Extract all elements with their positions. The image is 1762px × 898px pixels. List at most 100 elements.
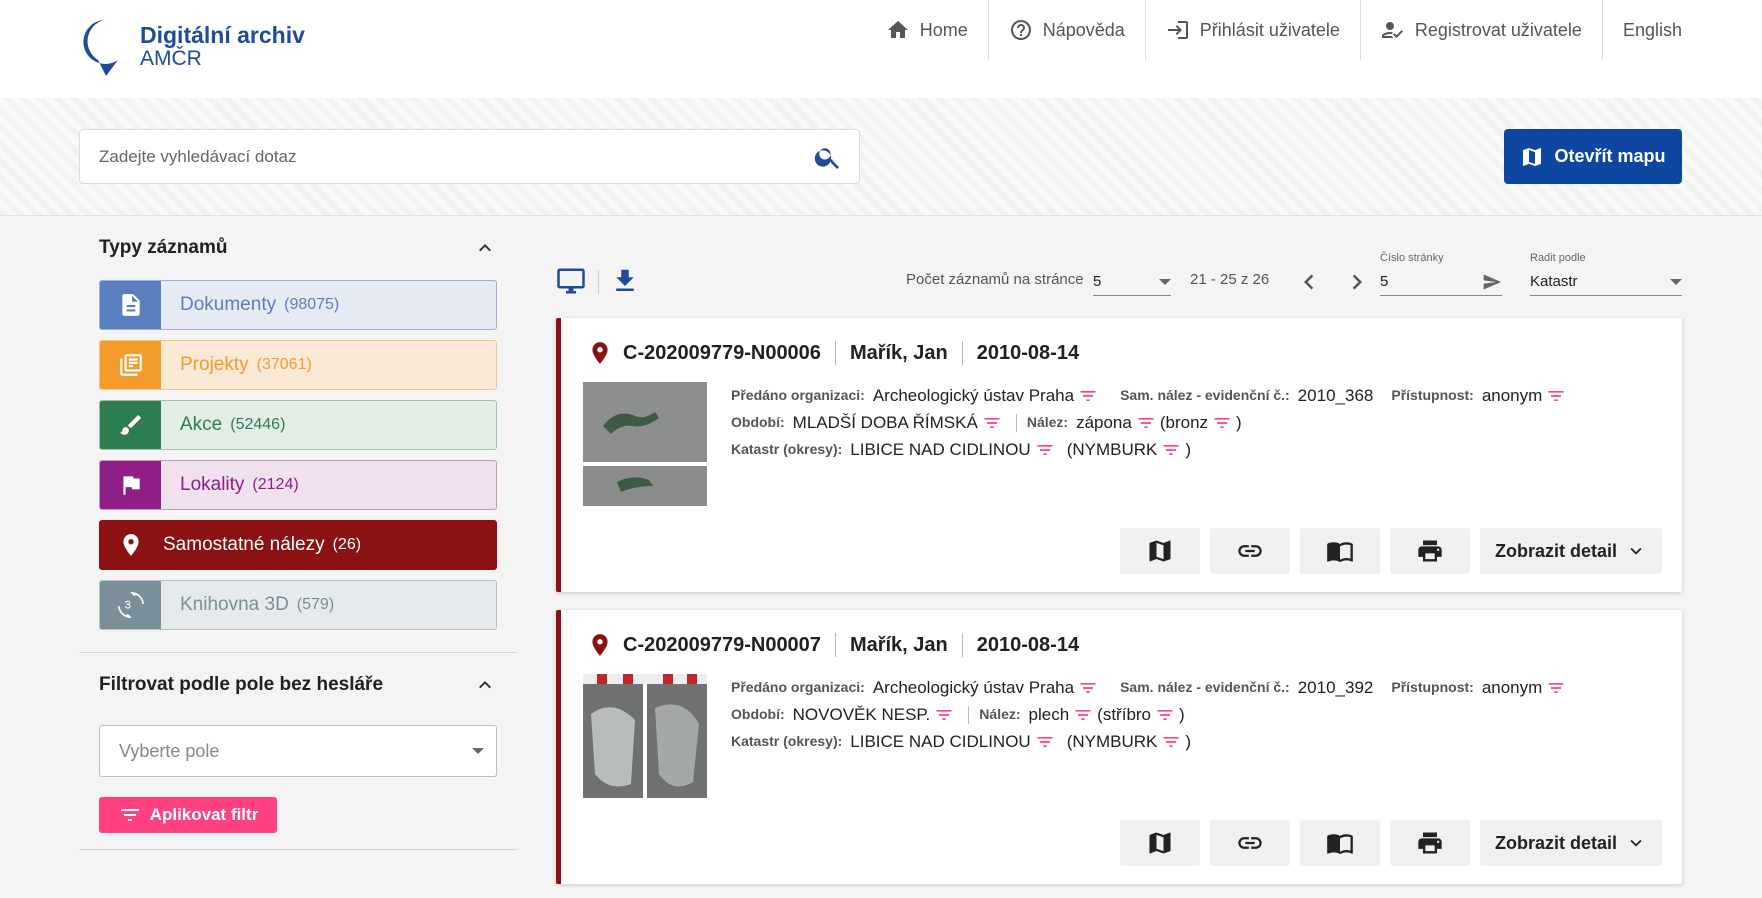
nav-register[interactable]: Registrovat uživatele	[1361, 0, 1603, 60]
chevron-up-icon	[479, 681, 491, 689]
nav-login[interactable]: Přihlásit uživatele	[1146, 0, 1361, 60]
print-button[interactable]	[1390, 820, 1470, 866]
organization-value: Archeologický ústav Praha	[872, 678, 1075, 697]
sidebar: Typy záznamů Dokumenty (98075) Projekty …	[79, 216, 517, 850]
link-icon	[1238, 837, 1262, 849]
printer-icon	[1418, 540, 1442, 562]
metadata-row: Katastr (okresy): LIBICE NAD CIDLINOU (N…	[731, 728, 1570, 755]
filter-icon[interactable]	[1212, 413, 1232, 433]
nav-help[interactable]: Nápověda	[989, 0, 1146, 60]
filter-icon[interactable]	[934, 705, 954, 725]
record-id[interactable]: C-202009779-N00007	[623, 634, 821, 657]
type-samostatne-nalezy[interactable]: Samostatné nálezy (26)	[99, 520, 497, 570]
metadata-row: Období: MLADŠÍ DOBA ŘÍMSKÁ Nález: zápona…	[731, 409, 1570, 436]
apply-filter-button[interactable]: Aplikovat filtr	[99, 797, 277, 833]
citation-button[interactable]	[1300, 820, 1380, 866]
metadata-row: Katastr (okresy): LIBICE NAD CIDLINOU (N…	[731, 436, 1570, 463]
show-on-map-button[interactable]	[1120, 528, 1200, 574]
type-lokality-label: Lokality	[180, 474, 245, 495]
cadastre-key: Katastr (okresy):	[731, 733, 843, 749]
material-value: (stříbro	[1097, 705, 1152, 724]
record-metadata: Předáno organizaci: Archeologický ústav …	[731, 382, 1570, 463]
top-navigation: Home Nápověda Přihlásit uživatele Regist…	[866, 0, 1702, 60]
nav-language[interactable]: English	[1603, 0, 1702, 60]
send-icon[interactable]	[1482, 272, 1502, 292]
type-akce[interactable]: Akce (52446)	[99, 400, 497, 450]
nav-home[interactable]: Home	[866, 0, 989, 60]
material-close: )	[1236, 413, 1242, 432]
page-number-input[interactable]: 5	[1380, 268, 1502, 296]
field-select-placeholder: Vyberte pole	[119, 740, 220, 761]
find-value: zápona	[1076, 413, 1132, 432]
search-icon[interactable]	[813, 142, 843, 172]
type-lokality[interactable]: Lokality (2124)	[99, 460, 497, 510]
period-key: Období:	[731, 414, 785, 430]
sort-select[interactable]: Katastr	[1530, 268, 1682, 296]
dropdown-arrow-icon	[1159, 278, 1171, 285]
filter-icon[interactable]	[982, 413, 1002, 433]
location-pin-icon	[100, 521, 161, 569]
citation-button[interactable]	[1300, 528, 1380, 574]
copy-link-button[interactable]	[1210, 528, 1290, 574]
show-detail-button[interactable]: Zobrazit detail	[1480, 528, 1662, 574]
field-select[interactable]: Vyberte pole	[99, 725, 497, 777]
type-projekty[interactable]: Projekty (37061)	[99, 340, 497, 390]
record-metadata: Předáno organizaci: Archeologický ústav …	[731, 674, 1570, 755]
logo[interactable]: Digitální archiv AMČR	[78, 16, 305, 78]
record-thumbnail[interactable]	[583, 382, 707, 506]
record-date: 2010-08-14	[976, 341, 1080, 364]
dropdown-arrow-icon	[472, 748, 484, 754]
show-on-map-button[interactable]	[1120, 820, 1200, 866]
amcr-logo-icon	[83, 20, 118, 76]
filter-section-header[interactable]: Filtrovat podle pole bez hesláře	[79, 653, 517, 717]
filter-icon[interactable]	[1035, 732, 1055, 752]
type-dokumenty-count: (98075)	[284, 296, 340, 313]
filter-icon[interactable]	[1136, 413, 1156, 433]
filter-icon[interactable]	[1155, 705, 1175, 725]
login-icon	[1167, 21, 1188, 39]
filter-icon[interactable]	[1078, 386, 1098, 406]
record-date: 2010-08-14	[976, 633, 1080, 656]
display-mode-button[interactable]	[556, 266, 586, 301]
district-close: )	[1185, 440, 1192, 459]
per-page-select[interactable]: 5	[1093, 268, 1171, 296]
type-knihovna-3d[interactable]: Knihovna 3D (579)	[99, 580, 497, 630]
projects-icon	[100, 341, 161, 389]
types-section-title: Typy záznamů	[99, 237, 228, 258]
copy-link-button[interactable]	[1210, 820, 1290, 866]
document-icon	[100, 281, 161, 329]
filter-icon[interactable]	[1546, 678, 1566, 698]
record-author: Mařík, Jan	[849, 341, 948, 364]
record-header: C-202009779-N00007 Mařík, Jan 2010-08-14	[587, 632, 1079, 658]
filter-icon[interactable]	[1035, 440, 1055, 460]
sidebar-divider-bottom	[79, 849, 517, 850]
filter-icon[interactable]	[1546, 386, 1566, 406]
filter-icon[interactable]	[1073, 705, 1093, 725]
evidence-key: Sam. nález - evidenční č.:	[1120, 679, 1290, 695]
print-button[interactable]	[1390, 528, 1470, 574]
header: Digitální archiv AMČR Home Nápověda Přih…	[0, 0, 1762, 98]
filter-icon[interactable]	[1078, 678, 1098, 698]
evidence-key: Sam. nález - evidenční č.:	[1120, 387, 1290, 403]
filter-icon[interactable]	[1161, 440, 1181, 460]
apply-filter-label: Aplikovat filtr	[149, 805, 259, 824]
book-open-icon	[1327, 542, 1353, 563]
search-band: Otevřít mapu	[0, 98, 1762, 216]
record-card: C-202009779-N00007 Mařík, Jan 2010-08-14…	[556, 610, 1682, 884]
record-id[interactable]: C-202009779-N00006	[623, 342, 821, 365]
show-detail-button[interactable]: Zobrazit detail	[1480, 820, 1662, 866]
type-dokumenty[interactable]: Dokumenty (98075)	[99, 280, 497, 330]
record-thumbnail[interactable]	[583, 674, 707, 798]
record-types-list: Dokumenty (98075) Projekty (37061) Akce …	[79, 280, 517, 630]
search-input[interactable]	[80, 130, 813, 183]
filter-section-title: Filtrovat podle pole bez hesláře	[99, 674, 384, 695]
types-section-header[interactable]: Typy záznamů	[79, 216, 517, 280]
previous-page-button[interactable]	[1294, 267, 1324, 302]
show-detail-label: Zobrazit detail	[1494, 540, 1617, 561]
next-page-button[interactable]	[1342, 267, 1372, 302]
filter-icon[interactable]	[1161, 732, 1181, 752]
open-map-button[interactable]: Otevřít mapu	[1504, 129, 1682, 184]
logo-line1: Digitální archiv	[140, 22, 305, 48]
nav-login-label: Přihlásit uživatele	[1199, 19, 1340, 40]
export-button[interactable]	[610, 266, 640, 301]
